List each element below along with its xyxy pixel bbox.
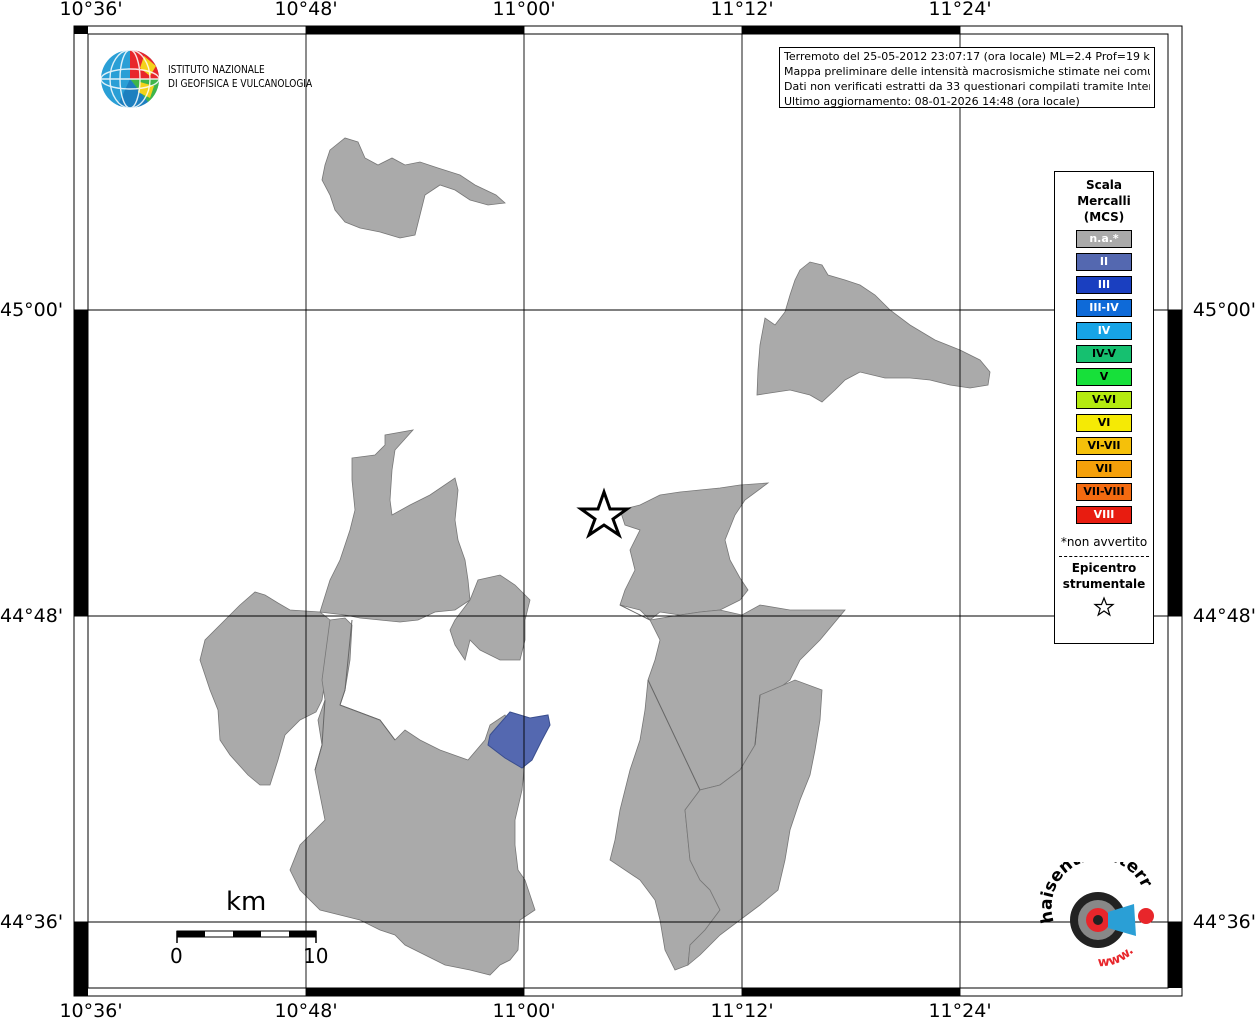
municipality-east-a <box>619 482 770 621</box>
event-info-line-3: Dati non verificati estratti da 33 quest… <box>784 80 1150 93</box>
legend-epicenter-line-1: Epicentro <box>1071 561 1137 575</box>
legend-title-line-2: Mercalli <box>1077 194 1131 208</box>
legend-swatch-4: IV <box>1076 322 1132 340</box>
mcs-legend: Scala Mercalli (MCS) n.a.* II III III-IV IV I… <box>1054 171 1154 644</box>
legend-swatch-0: n.a.* <box>1076 230 1132 248</box>
legend-title: Scala Mercalli (MCS) <box>1055 177 1153 225</box>
event-info-line-1: Terremoto del 25-05-2012 23:07:17 (ora l… <box>784 50 1150 63</box>
institute-name: ISTITUTO NAZIONALE DI GEOFISICA E VULCAN… <box>168 63 312 91</box>
event-info-line-4: Ultimo aggiornamento: 08-01-2026 14:48 (… <box>784 95 1080 108</box>
scale-min-label: 0 <box>170 944 183 968</box>
legend-title-line-3: (MCS) <box>1083 210 1125 224</box>
epicenter-star-icon <box>576 487 632 539</box>
legend-swatch-7: V-VI <box>1076 391 1132 409</box>
municipalities <box>199 137 991 976</box>
lon-label-top-2: 10°48' <box>274 0 338 20</box>
lon-label-bottom-2: 10°48' <box>274 1000 338 1022</box>
legend-swatch-3: III-IV <box>1076 299 1132 317</box>
scale-max-label: 10 <box>303 944 329 968</box>
lon-label-bottom-1: 10°36' <box>59 1000 123 1022</box>
lon-label-bottom-5: 11°24' <box>928 1000 992 1022</box>
legend-swatch-9: VI-VII <box>1076 437 1132 455</box>
municipality-west-a <box>319 429 471 623</box>
lat-label-right-3: 44°36' <box>1192 911 1256 933</box>
legend-swatch-2: III <box>1076 276 1132 294</box>
lat-label-right-2: 44°48' <box>1192 605 1256 627</box>
legend-swatch-11: VII-VIII <box>1076 483 1132 501</box>
scale-unit-label: km <box>226 887 267 917</box>
municipality-west-c <box>289 617 536 976</box>
municipality-north <box>321 137 506 239</box>
lat-label-left-2: 44°48' <box>0 605 64 627</box>
lon-label-bottom-4: 11°12' <box>710 1000 774 1022</box>
lat-label-right-1: 45°00' <box>1192 299 1256 321</box>
event-info-line-2: Mappa preliminare delle intensità macros… <box>784 65 1150 78</box>
legend-note: *non avvertito <box>1060 535 1148 549</box>
legend-swatch-10: VII <box>1076 460 1132 478</box>
legend-separator <box>1059 556 1149 557</box>
legend-swatch-6: V <box>1076 368 1132 386</box>
lon-label-top-4: 11°12' <box>710 0 774 20</box>
lon-label-bottom-3: 11°00' <box>492 1000 556 1022</box>
legend-swatches: n.a.* II III III-IV IV IV-V V V-VI VI VI-VII VII VI… <box>1055 230 1153 524</box>
institute-line-1: ISTITUTO NAZIONALE <box>168 63 265 76</box>
legend-epicenter-label: Epicentro strumentale <box>1055 560 1153 592</box>
lon-label-top-3: 11°00' <box>492 0 556 20</box>
legend-star-icon <box>1055 596 1153 622</box>
haisentito-logo-url: www. <box>1097 944 1137 971</box>
ingv-globe-logo <box>100 49 160 109</box>
lat-label-left-3: 44°36' <box>0 911 64 933</box>
scale-bar <box>176 930 317 943</box>
legend-swatch-5: IV-V <box>1076 345 1132 363</box>
municipality-west-b <box>199 591 331 786</box>
lon-label-top-5: 11°24' <box>928 0 992 20</box>
municipality-northeast <box>756 261 991 403</box>
institute-line-2: DI GEOFISICA E VULCANOLOGIA <box>168 77 313 90</box>
haisentito-logo: haisentitoilterremoto.it www. <box>1036 862 1156 971</box>
legend-swatch-8: VI <box>1076 414 1132 432</box>
legend-swatch-12: VIII <box>1076 506 1132 524</box>
lat-label-left-1: 45°00' <box>0 299 64 321</box>
lon-label-top-1: 10°36' <box>59 0 123 20</box>
legend-swatch-1: II <box>1076 253 1132 271</box>
legend-epicenter-line-2: strumentale <box>1062 577 1146 591</box>
event-info-box: Terremoto del 25-05-2012 23:07:17 (ora l… <box>779 47 1155 108</box>
legend-title-line-1: Scala <box>1085 178 1123 192</box>
